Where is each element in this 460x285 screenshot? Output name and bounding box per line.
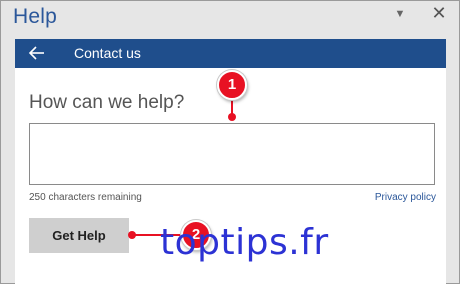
- pane-menu-icon[interactable]: ▼: [393, 6, 407, 22]
- nav-bar: Contact us: [15, 39, 446, 68]
- back-arrow-icon[interactable]: [27, 43, 47, 63]
- pane-title: Help: [13, 5, 57, 28]
- help-message-input[interactable]: [29, 123, 435, 185]
- callout-2-dot: [128, 231, 136, 239]
- privacy-policy-link[interactable]: Privacy policy: [375, 192, 436, 203]
- callout-1-badge: 1: [217, 70, 247, 100]
- close-icon[interactable]: ✕: [431, 4, 447, 22]
- watermark-text: toptips.fr: [160, 222, 329, 263]
- callout-1-dot: [228, 113, 236, 121]
- nav-title: Contact us: [74, 45, 141, 61]
- characters-remaining: 250 characters remaining: [29, 192, 142, 203]
- get-help-button[interactable]: Get Help: [29, 218, 129, 253]
- form-heading: How can we help?: [29, 92, 185, 113]
